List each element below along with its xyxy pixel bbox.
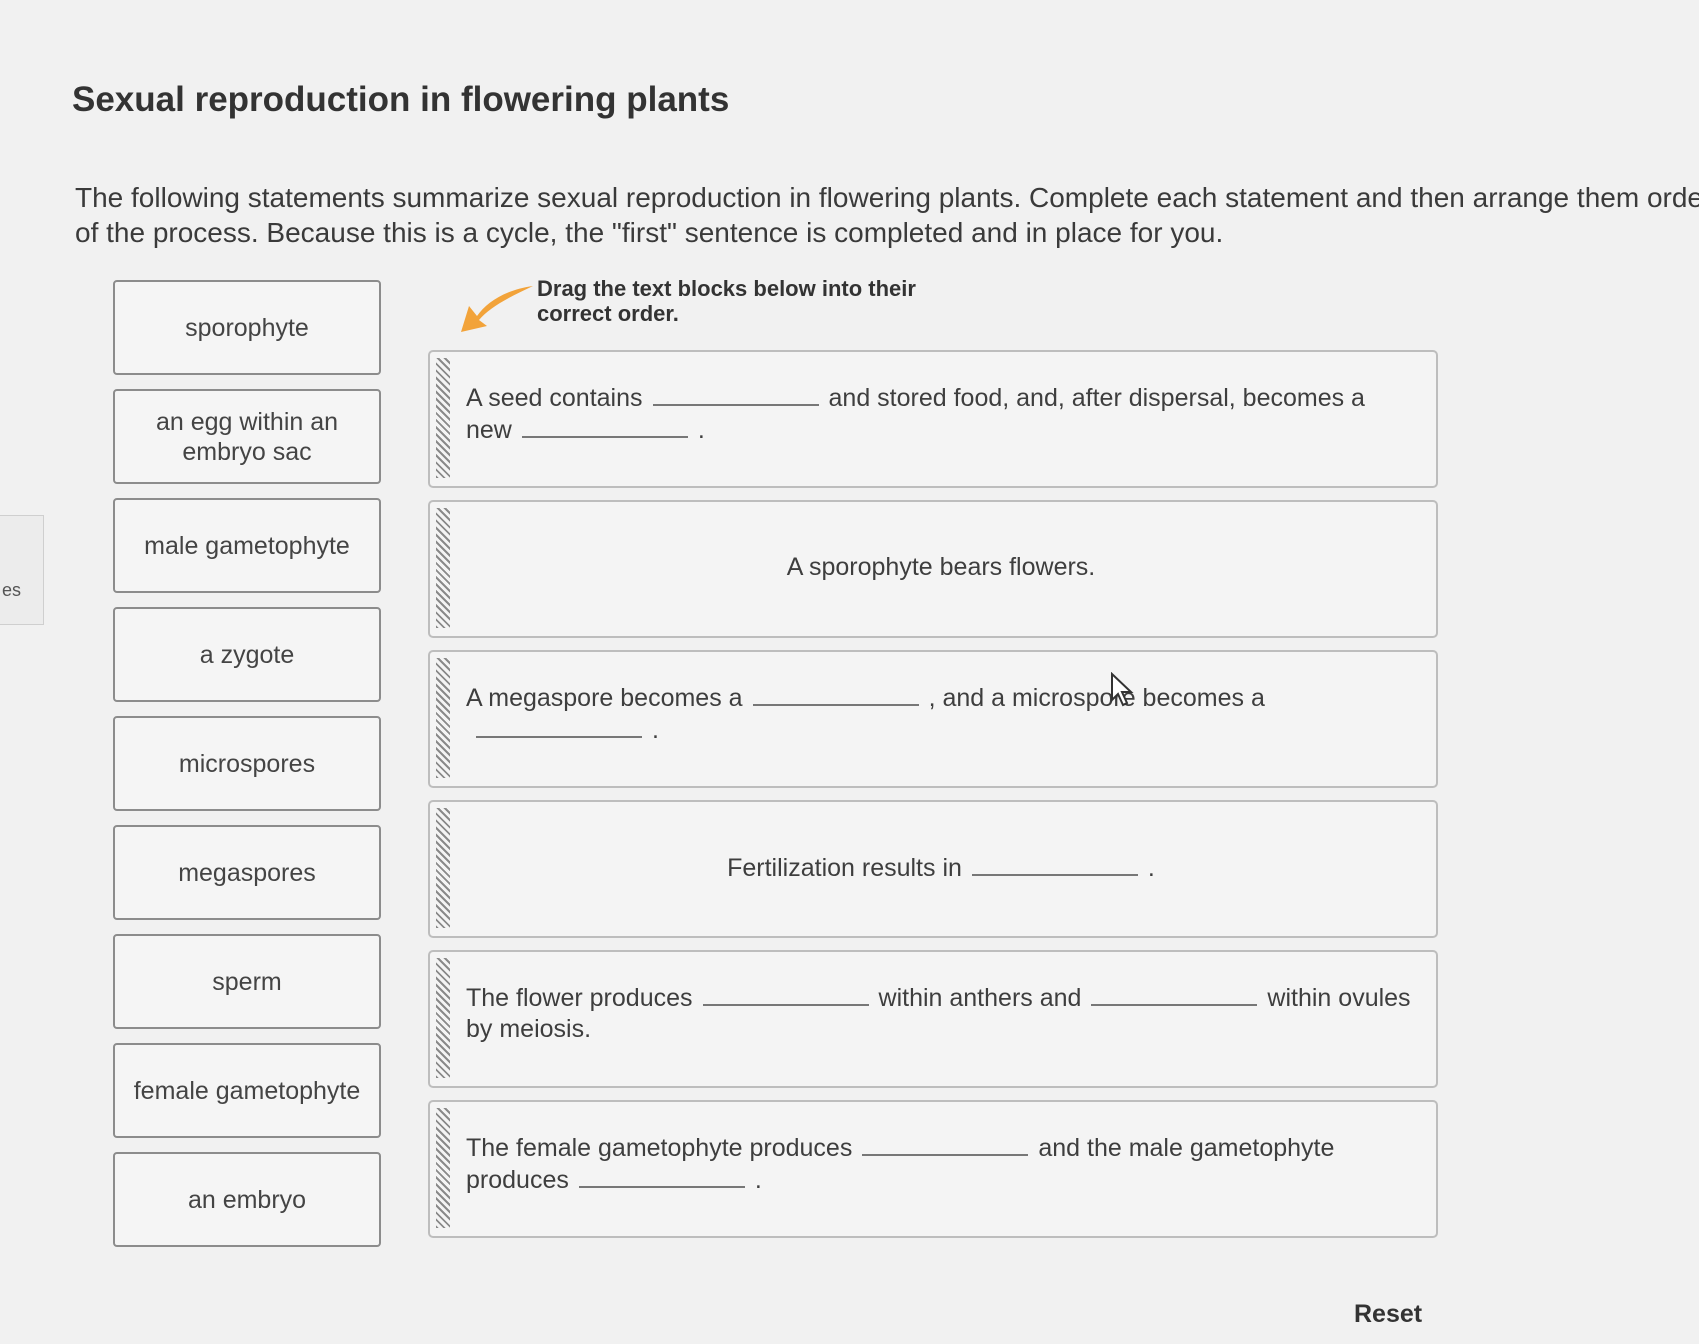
drop-blank[interactable] (476, 714, 642, 738)
word-block-microspores[interactable]: microspores (113, 716, 381, 811)
drag-instruction: Drag the text blocks below into their co… (537, 276, 916, 326)
statement-block-sporophyte[interactable]: A sporophyte bears flowers. (428, 500, 1438, 638)
statement-text: The female gametophyte produces and the m… (466, 1132, 1335, 1194)
reset-button[interactable]: Reset (1354, 1300, 1422, 1329)
word-block-male-gametophyte[interactable]: male gametophyte (113, 498, 381, 593)
drop-blank[interactable] (652, 382, 819, 406)
drag-handle-icon[interactable] (436, 508, 450, 628)
drop-blank[interactable] (578, 1164, 745, 1188)
drag-handle-icon[interactable] (436, 1108, 450, 1228)
drop-blank[interactable] (752, 682, 919, 706)
drag-handle-icon[interactable] (436, 658, 450, 778)
page-title: Sexual reproduction in flowering plants (72, 80, 730, 119)
word-block-embryo[interactable]: an embryo (113, 1152, 381, 1247)
statement-text: The flower produces within anthers and wit… (466, 982, 1411, 1043)
drag-handle-icon[interactable] (436, 358, 450, 478)
drop-blank[interactable] (521, 414, 688, 438)
word-block-sporophyte[interactable]: sporophyte (113, 280, 381, 375)
statement-text: Fertilization results in. (727, 852, 1155, 882)
arrow-icon (461, 286, 533, 332)
drop-blank[interactable] (862, 1132, 1029, 1156)
drop-blank[interactable] (971, 852, 1138, 876)
drop-blank[interactable] (702, 982, 869, 1006)
statement-block-flower[interactable]: The flower produces within anthers and wit… (428, 950, 1438, 1088)
word-block-zygote[interactable]: a zygote (113, 607, 381, 702)
statement-list: A seed contains and stored food, and, aft… (428, 350, 1438, 1250)
side-nav-tab[interactable]: es (0, 515, 44, 625)
statement-block-fertilization[interactable]: Fertilization results in. (428, 800, 1438, 938)
word-block-sperm[interactable]: sperm (113, 934, 381, 1029)
statement-text: A sporophyte bears flowers. (786, 553, 1096, 581)
drop-blank[interactable] (1091, 982, 1258, 1006)
mouse-pointer-icon (1111, 672, 1134, 707)
statement-block-gametophytes[interactable]: The female gametophyte produces and the m… (428, 1100, 1438, 1238)
drag-handle-icon[interactable] (436, 958, 450, 1078)
word-block-megaspores[interactable]: megaspores (113, 825, 381, 920)
side-tab-label: es (2, 580, 22, 600)
statement-text: A seed contains and stored food, and, aft… (466, 382, 1365, 444)
drag-handle-icon[interactable] (436, 808, 450, 928)
statement-block-seed[interactable]: A seed contains and stored food, and, aft… (428, 350, 1438, 488)
word-block-female-gametophyte[interactable]: female gametophyte (113, 1043, 381, 1138)
statement-block-megaspore[interactable]: A megaspore becomes a, and a microspore … (428, 650, 1438, 788)
instructions-text: The following statements summarize sexua… (75, 182, 1699, 248)
word-bank: sporophyte an egg within an embryo sac m… (113, 280, 395, 1261)
statement-text: A megaspore becomes a, and a microspore … (466, 682, 1265, 744)
word-block-egg-embryo-sac[interactable]: an egg within an embryo sac (113, 389, 381, 484)
